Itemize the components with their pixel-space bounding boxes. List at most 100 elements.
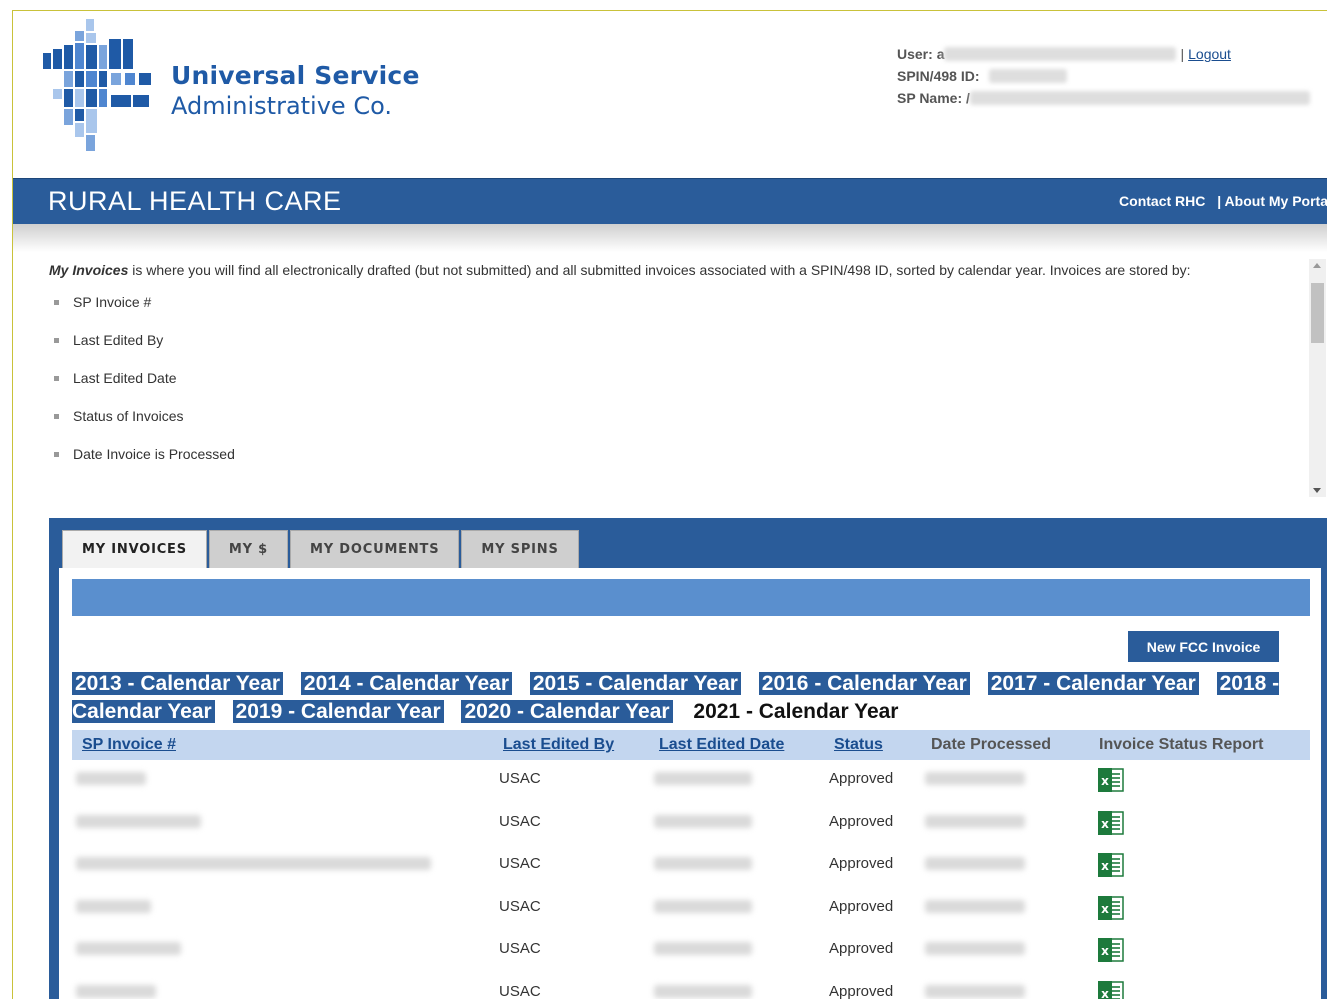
intro-list: SP Invoice # Last Edited By Last Edited … xyxy=(49,291,1299,481)
last-edited-by-cell: USAC xyxy=(499,940,541,957)
scroll-down-icon[interactable] xyxy=(1313,488,1321,493)
logo-line-2: Administrative Co. xyxy=(171,92,392,120)
year-link-2016[interactable]: 2016 - Calendar Year xyxy=(758,672,970,695)
status-cell: Approved xyxy=(829,812,894,830)
sp-invoice-redacted[interactable] xyxy=(76,772,146,785)
intro-scrollbar[interactable] xyxy=(1309,259,1326,497)
sp-invoice-redacted[interactable] xyxy=(76,942,181,955)
status-cell: Approved xyxy=(829,940,894,957)
sp-name-redacted xyxy=(969,91,1310,105)
svg-text:x: x xyxy=(1101,859,1109,873)
list-item: SP Invoice # xyxy=(49,291,1299,329)
svg-text:x: x xyxy=(1101,774,1109,788)
banner-shadow xyxy=(13,224,1327,252)
last-edited-date-redacted xyxy=(654,984,752,998)
svg-text:x: x xyxy=(1101,944,1109,958)
svg-text:x: x xyxy=(1101,902,1109,916)
tab-my-documents[interactable]: MY DOCUMENTS xyxy=(290,530,460,568)
year-link-2021-current[interactable]: 2021 - Calendar Year xyxy=(690,700,902,723)
excel-report-icon[interactable]: x xyxy=(1097,810,1125,836)
tab-my-dollars[interactable]: MY $ xyxy=(208,530,289,568)
user-info: User: a | Logout SPIN/498 ID: SP Name: / xyxy=(897,43,1310,109)
year-link-2013[interactable]: 2013 - Calendar Year xyxy=(72,672,284,695)
sp-invoice-redacted[interactable] xyxy=(76,984,156,998)
tab-content: New FCC Invoice 2013 - Calendar Year 201… xyxy=(59,568,1321,999)
sp-invoice-redacted[interactable] xyxy=(76,857,431,870)
logout-link[interactable]: Logout xyxy=(1188,43,1231,65)
browser-frame: Universal Service Administrative Co. Use… xyxy=(12,10,1327,999)
last-edited-by-cell: USAC xyxy=(499,855,541,872)
date-processed-redacted xyxy=(925,772,1025,785)
excel-report-icon[interactable]: x xyxy=(1097,980,1125,999)
intro-emphasis: My Invoices xyxy=(49,262,129,278)
status-cell: Approved xyxy=(829,897,894,915)
status-cell: Approved xyxy=(829,770,894,787)
tab-my-spins[interactable]: MY SPINS xyxy=(461,530,579,568)
last-edited-date-redacted xyxy=(654,814,752,828)
table-row: USAC Approved x xyxy=(72,888,1310,931)
about-my-portal-link[interactable]: | About My Porta xyxy=(1217,193,1327,209)
excel-report-icon[interactable]: x xyxy=(1097,937,1125,963)
table-row: USAC Approved x xyxy=(72,845,1310,888)
date-processed-redacted xyxy=(925,814,1025,828)
banner-title: RURAL HEALTH CARE xyxy=(48,186,342,216)
last-edited-date-redacted xyxy=(654,899,752,913)
user-value-redacted xyxy=(944,47,1177,61)
col-last-edited-by[interactable]: Last Edited By xyxy=(503,736,614,754)
calendar-year-links: 2013 - Calendar Year 2014 - Calendar Yea… xyxy=(72,670,1312,726)
scroll-thumb[interactable] xyxy=(1311,283,1324,343)
new-fcc-invoice-button[interactable]: New FCC Invoice xyxy=(1128,631,1279,662)
excel-report-icon[interactable]: x xyxy=(1097,852,1125,878)
status-cell: Approved xyxy=(829,855,894,872)
status-cell: Approved xyxy=(829,982,894,999)
tab-my-invoices[interactable]: MY INVOICES xyxy=(62,530,207,568)
date-processed-redacted xyxy=(925,942,1025,955)
intro-paragraph: My Invoices is where you will find all e… xyxy=(49,259,1289,281)
year-link-2019[interactable]: 2019 - Calendar Year xyxy=(232,700,444,723)
intro-text: is where you will find all electronicall… xyxy=(128,262,1191,278)
svg-text:x: x xyxy=(1101,987,1109,999)
contact-rhc-link[interactable]: Contact RHC xyxy=(1119,193,1205,209)
bullet-icon xyxy=(54,452,59,457)
logo-text: Universal Service Administrative Co. xyxy=(171,61,420,120)
bullet-icon xyxy=(54,414,59,419)
date-processed-redacted xyxy=(925,899,1025,913)
year-link-2020[interactable]: 2020 - Calendar Year xyxy=(461,700,673,723)
year-link-2017[interactable]: 2017 - Calendar Year xyxy=(987,672,1199,695)
last-edited-date-redacted xyxy=(654,857,752,870)
year-link-2014[interactable]: 2014 - Calendar Year xyxy=(300,672,512,695)
svg-text:x: x xyxy=(1101,817,1109,831)
scroll-up-icon[interactable] xyxy=(1313,263,1321,268)
table-header-row: SP Invoice # Last Edited By Last Edited … xyxy=(72,730,1310,760)
table-row: USAC Approved x xyxy=(72,930,1310,973)
site-header: Universal Service Administrative Co. Use… xyxy=(13,11,1327,178)
spin-label: SPIN/498 ID: xyxy=(897,68,980,84)
bullet-icon xyxy=(54,376,59,381)
content-header-bar xyxy=(72,579,1310,616)
sp-name-label: SP Name: xyxy=(897,90,963,106)
col-last-edited-date[interactable]: Last Edited Date xyxy=(659,736,784,754)
last-edited-date-redacted xyxy=(654,942,752,955)
table-row: USAC Approved x xyxy=(72,803,1310,846)
logo-line-1: Universal Service xyxy=(171,61,420,90)
spin-value-redacted xyxy=(989,69,1068,83)
usac-logo-icon xyxy=(43,19,151,151)
excel-report-icon[interactable]: x xyxy=(1097,895,1125,921)
user-value-initial: a xyxy=(936,46,945,62)
excel-report-icon[interactable]: x xyxy=(1097,767,1125,793)
col-status[interactable]: Status xyxy=(834,736,883,754)
tab-bar: MY INVOICES MY $ MY DOCUMENTS MY SPINS xyxy=(62,530,581,568)
last-edited-by-cell: USAC xyxy=(499,812,541,830)
program-banner: RURAL HEALTH CARE Contact RHC | About My… xyxy=(13,178,1327,224)
table-body: USAC Approved x USAC Approved x USAC App… xyxy=(72,760,1310,999)
bullet-icon xyxy=(54,338,59,343)
year-link-2015[interactable]: 2015 - Calendar Year xyxy=(529,672,741,695)
sp-invoice-redacted[interactable] xyxy=(76,899,151,913)
tabs-panel: MY INVOICES MY $ MY DOCUMENTS MY SPINS N… xyxy=(49,518,1327,999)
invoices-table: SP Invoice # Last Edited By Last Edited … xyxy=(72,730,1310,999)
col-sp-invoice[interactable]: SP Invoice # xyxy=(82,736,176,754)
last-edited-by-cell: USAC xyxy=(499,770,541,787)
last-edited-by-cell: USAC xyxy=(499,982,541,999)
col-date-processed: Date Processed xyxy=(931,736,1052,753)
sp-invoice-redacted[interactable] xyxy=(76,814,201,828)
